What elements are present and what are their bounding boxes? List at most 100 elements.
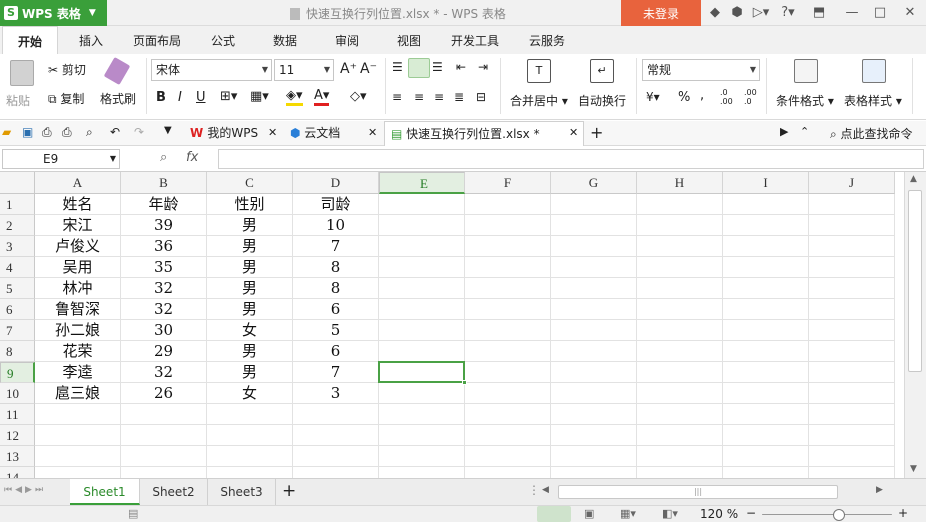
copy-button[interactable]: ⧉ 复制 [48, 90, 84, 107]
cell[interactable] [465, 299, 551, 320]
cell[interactable] [723, 320, 809, 341]
cell[interactable] [551, 446, 637, 467]
cell[interactable] [465, 215, 551, 236]
cell[interactable]: 女 [207, 320, 293, 341]
cell[interactable] [637, 278, 723, 299]
zoom-slider-knob[interactable] [832, 509, 845, 521]
cell[interactable]: 6 [293, 341, 379, 362]
cell[interactable]: 男 [207, 215, 293, 236]
cell[interactable] [551, 425, 637, 446]
share-icon[interactable]: ▷▾ [750, 4, 772, 22]
close-icon[interactable]: ✕ [901, 4, 919, 22]
cell[interactable] [121, 425, 207, 446]
underline-icon[interactable]: U [196, 90, 206, 105]
cell[interactable] [379, 404, 465, 425]
zoom-out-icon[interactable]: − [746, 506, 756, 520]
cell[interactable] [637, 194, 723, 215]
cell[interactable] [551, 236, 637, 257]
cell[interactable] [809, 299, 895, 320]
cell[interactable]: 鲁智深 [35, 299, 121, 320]
cell[interactable]: 7 [293, 236, 379, 257]
cell[interactable] [465, 467, 551, 478]
function-icon[interactable]: fx [186, 150, 198, 165]
doc-tab-active[interactable]: ▤ 快速互换行列位置.xlsx * [384, 121, 584, 146]
scroll-up-icon[interactable]: ▲ [910, 174, 917, 184]
maximize-icon[interactable]: □ [871, 4, 889, 22]
cell[interactable] [207, 404, 293, 425]
cell[interactable] [809, 215, 895, 236]
cell[interactable] [637, 362, 723, 383]
align-bottom-icon[interactable]: ☰ [432, 60, 443, 74]
wrap-text-icon[interactable]: ↵ [590, 59, 614, 83]
cell[interactable] [637, 446, 723, 467]
cell[interactable] [637, 383, 723, 404]
cell[interactable] [809, 446, 895, 467]
doc-tab-my-wps[interactable]: W 我的WPS [184, 121, 280, 146]
cell[interactable] [723, 341, 809, 362]
cell[interactable] [723, 278, 809, 299]
cell[interactable] [809, 257, 895, 278]
distributed-icon[interactable]: ⊟ [476, 90, 486, 104]
open-folder-icon[interactable]: ▰ [2, 125, 11, 139]
table-style-icon[interactable] [862, 59, 886, 83]
cell[interactable] [465, 278, 551, 299]
fill-color-icon[interactable]: ◈▾ [286, 88, 303, 106]
cell[interactable] [723, 425, 809, 446]
cell[interactable] [551, 341, 637, 362]
column-header[interactable]: D [293, 172, 379, 194]
minimize-icon[interactable]: — [843, 4, 861, 22]
cell[interactable] [637, 215, 723, 236]
login-button[interactable]: 未登录 [621, 0, 701, 26]
cell[interactable] [637, 236, 723, 257]
cell[interactable]: 男 [207, 257, 293, 278]
formula-input[interactable] [218, 149, 924, 169]
cell[interactable] [379, 383, 465, 404]
cut-button[interactable]: ✂ 剪切 [48, 61, 86, 78]
cell[interactable]: 6 [293, 299, 379, 320]
thousands-icon[interactable]: , [700, 88, 704, 103]
new-tab-icon[interactable]: + [590, 123, 603, 142]
cell[interactable] [723, 362, 809, 383]
tab-formula[interactable]: 公式 [200, 26, 246, 54]
cell[interactable]: 32 [121, 299, 207, 320]
cell[interactable]: 女 [207, 383, 293, 404]
zoom-lens-icon[interactable]: ⌕ [160, 150, 167, 165]
cell[interactable]: 10 [293, 215, 379, 236]
settings-icon[interactable]: ⬢ [728, 4, 746, 22]
hsplit-icon[interactable]: ⋮ [528, 483, 540, 497]
cell[interactable]: 3 [293, 383, 379, 404]
cell[interactable] [207, 467, 293, 478]
cell[interactable] [379, 236, 465, 257]
cell[interactable] [637, 320, 723, 341]
row-header[interactable]: 12 [0, 425, 35, 446]
column-header[interactable]: E [379, 172, 465, 194]
close-icon[interactable]: ✕ [368, 126, 377, 139]
cell[interactable]: 吴用 [35, 257, 121, 278]
column-header[interactable]: I [723, 172, 809, 194]
cell[interactable] [723, 467, 809, 478]
select-all-corner[interactable] [0, 172, 35, 194]
cell[interactable] [35, 425, 121, 446]
cell[interactable] [551, 467, 637, 478]
cell[interactable]: 32 [121, 362, 207, 383]
increase-decimal-icon[interactable]: .0.00 [720, 88, 733, 106]
cell[interactable] [293, 404, 379, 425]
tab-cloud[interactable]: 云服务 [516, 26, 578, 54]
tab-developer[interactable]: 开发工具 [444, 26, 506, 54]
cell[interactable] [551, 320, 637, 341]
cell[interactable] [465, 341, 551, 362]
cell[interactable] [379, 278, 465, 299]
cell[interactable] [637, 404, 723, 425]
playback-icon[interactable]: ▶ [780, 125, 788, 138]
scroll-thumb[interactable] [908, 190, 922, 372]
cell[interactable] [379, 467, 465, 478]
row-header[interactable]: 5 [0, 278, 35, 299]
merge-center-button[interactable]: 合并居中 ▾ [510, 92, 568, 109]
percent-button[interactable]: % [678, 90, 690, 105]
row-header[interactable]: 6 [0, 299, 35, 320]
add-sheet-icon[interactable]: + [282, 481, 296, 501]
decrease-decimal-icon[interactable]: .00.0 [744, 88, 757, 106]
format-painter-button[interactable]: 格式刷 [100, 90, 136, 107]
cell[interactable]: 花荣 [35, 341, 121, 362]
close-icon[interactable]: ✕ [569, 126, 578, 139]
